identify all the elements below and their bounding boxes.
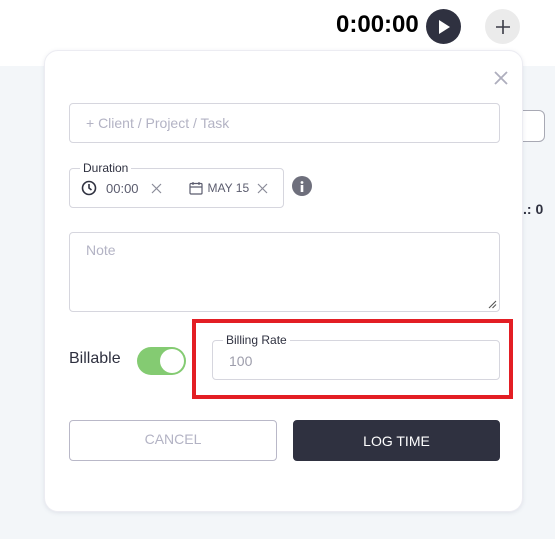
client-project-task-input[interactable] <box>70 104 499 142</box>
start-timer-button[interactable] <box>426 9 461 44</box>
log-time-button[interactable]: LOG TIME <box>293 420 500 461</box>
log-time-modal: Duration 00:00 MAY 15 <box>44 50 523 512</box>
client-project-task-field[interactable] <box>69 103 500 143</box>
info-icon[interactable] <box>292 176 312 196</box>
add-button[interactable] <box>485 9 520 44</box>
close-icon <box>494 71 508 85</box>
cancel-button[interactable]: CANCEL <box>69 420 277 461</box>
clear-time-button[interactable] <box>151 183 162 194</box>
billable-label: Billable <box>69 350 121 367</box>
play-icon <box>438 19 450 34</box>
duration-label: Duration <box>80 161 132 175</box>
clear-date-button[interactable] <box>257 183 268 194</box>
calendar-icon <box>188 182 203 195</box>
background-count: .: 0 <box>523 201 544 217</box>
billing-rate-label: Billing Rate <box>223 333 290 347</box>
clock-icon <box>81 180 97 196</box>
note-field[interactable] <box>69 232 500 312</box>
calendar-button[interactable] <box>188 181 203 195</box>
duration-row: 00:00 MAY 15 <box>81 178 268 198</box>
note-input[interactable] <box>70 233 499 311</box>
timer-display: 0:00:00 <box>336 11 419 38</box>
resize-handle-icon[interactable] <box>487 299 497 309</box>
plus-icon <box>495 19 510 34</box>
close-button[interactable] <box>491 68 511 88</box>
billable-toggle[interactable] <box>137 347 186 375</box>
info-glyph <box>300 180 304 192</box>
billing-rate-field[interactable]: Billing Rate <box>212 333 500 380</box>
duration-date-value[interactable]: MAY 15 <box>208 181 250 195</box>
duration-field: Duration 00:00 MAY 15 <box>69 161 284 208</box>
duration-time-value[interactable]: 00:00 <box>106 181 139 196</box>
toggle-knob <box>160 349 184 373</box>
close-icon <box>151 183 161 193</box>
close-icon <box>257 183 268 193</box>
